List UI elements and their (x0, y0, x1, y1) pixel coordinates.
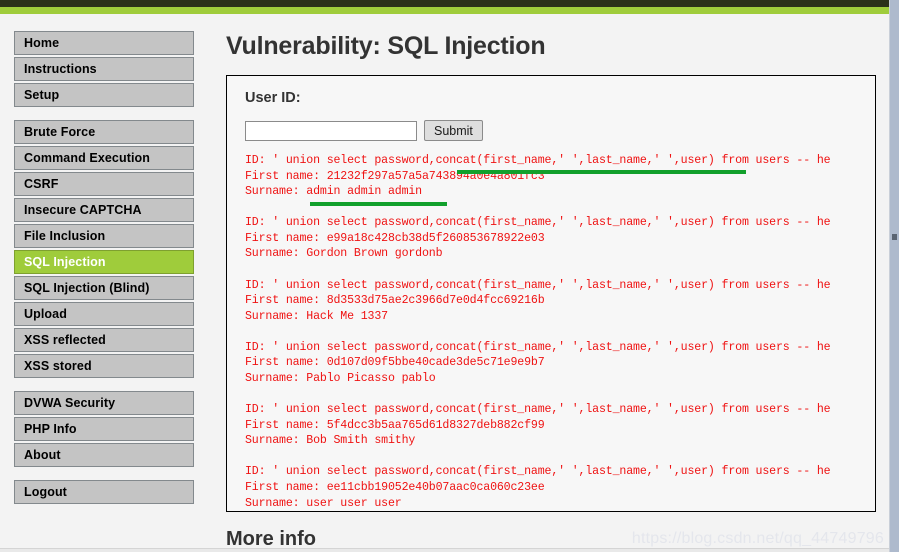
sidebar-item-instructions[interactable]: Instructions (14, 57, 194, 81)
page-title: Vulnerability: SQL Injection (226, 32, 546, 60)
sidebar-item-file-inclusion[interactable]: File Inclusion (14, 224, 194, 248)
sidebar-item-about[interactable]: About (14, 443, 194, 467)
sidebar-group: Home Instructions Setup (14, 31, 194, 107)
sidebar-item-csrf[interactable]: CSRF (14, 172, 194, 196)
vulnerability-panel: User ID: Submit ID: ' union select passw… (226, 75, 876, 512)
sidebar-item-brute-force[interactable]: Brute Force (14, 120, 194, 144)
sidebar-item-logout[interactable]: Logout (14, 480, 194, 504)
result-surname-line: Surname: admin admin admin (245, 185, 422, 199)
sidebar-item-xss-reflected[interactable]: XSS reflected (14, 328, 194, 352)
annotation-underline-surname (310, 202, 447, 206)
result-surname-line: Surname: Bob Smith smithy (245, 434, 416, 448)
result-block: ID: ' union select password,concat(first… (245, 464, 875, 511)
sidebar-group: DVWA Security PHP Info About (14, 391, 194, 467)
result-first-name-line: First name: 8d3533d75ae2c3966d7e0d4fcc69… (245, 294, 545, 308)
page-canvas: Home Instructions Setup Brute Force Command … (0, 14, 890, 552)
sidebar-item-upload[interactable]: Upload (14, 302, 194, 326)
sidebar-group: Logout (14, 480, 194, 504)
sidebar-item-sql-injection-blind[interactable]: SQL Injection (Blind) (14, 276, 194, 300)
sidebar-item-dvwa-security[interactable]: DVWA Security (14, 391, 194, 415)
result-surname-line: Surname: user user user (245, 496, 402, 510)
sidebar-group: Brute Force Command Execution CSRF Insecure… (14, 120, 194, 378)
result-id-line: ID: ' union select password,concat(first… (245, 216, 831, 230)
result-block: ID: ' union select password,concat(first… (245, 278, 875, 325)
result-block: ID: ' union select password,concat(first… (245, 340, 875, 387)
dvwa-header-green-bar (0, 7, 890, 14)
result-id-line: ID: ' union select password,concat(first… (245, 340, 831, 354)
sidebar-item-sql-injection[interactable]: SQL Injection (14, 250, 194, 274)
sql-injection-results: ID: ' union select password,concat(first… (245, 153, 875, 511)
sidebar-item-insecure-captcha[interactable]: Insecure CAPTCHA (14, 198, 194, 222)
result-surname-line: Surname: Hack Me 1337 (245, 309, 388, 323)
browser-top-dark-bar (0, 0, 890, 7)
result-first-name-line: First name: 0d107d09f5bbe40cade3de5c71e9… (245, 356, 545, 370)
vertical-scrollbar-thumb[interactable] (890, 232, 899, 242)
result-id-line: ID: ' union select password,concat(first… (245, 403, 831, 417)
sidebar-item-php-info[interactable]: PHP Info (14, 417, 194, 441)
user-id-input[interactable] (245, 120, 417, 141)
main-content: Vulnerability: SQL Injection User ID: Su… (212, 14, 890, 551)
result-id-line: ID: ' union select password,concat(first… (245, 465, 831, 479)
sidebar-item-home[interactable]: Home (14, 31, 194, 55)
user-id-label: User ID: (245, 90, 301, 106)
result-id-line: ID: ' union select password,concat(first… (245, 278, 831, 292)
sidebar-item-xss-stored[interactable]: XSS stored (14, 354, 194, 378)
result-surname-line: Surname: Gordon Brown gordonb (245, 247, 443, 261)
result-block: ID: ' union select password,concat(first… (245, 153, 875, 200)
sidebar-item-setup[interactable]: Setup (14, 83, 194, 107)
result-first-name-line: First name: 5f4dcc3b5aa765d61d8327deb882… (245, 418, 545, 432)
submit-button[interactable]: Submit (424, 120, 483, 141)
page-bottom-edge (0, 548, 890, 552)
annotation-underline-password-hash (457, 170, 746, 174)
result-block: ID: ' union select password,concat(first… (245, 215, 875, 262)
result-first-name-line: First name: ee11cbb19052e40b07aac0ca060c… (245, 481, 545, 494)
sql-injection-form: Submit (245, 120, 875, 141)
sidebar-item-command-execution[interactable]: Command Execution (14, 146, 194, 170)
result-id-line: ID: ' union select password,concat(first… (245, 154, 831, 167)
result-first-name-line: First name: e99a18c428cb38d5f26085367892… (245, 231, 545, 245)
sidebar-navigation: Home Instructions Setup Brute Force Command … (14, 31, 194, 517)
vertical-scrollbar-track[interactable] (890, 0, 899, 552)
result-surname-line: Surname: Pablo Picasso pablo (245, 372, 436, 386)
result-block: ID: ' union select password,concat(first… (245, 402, 875, 449)
